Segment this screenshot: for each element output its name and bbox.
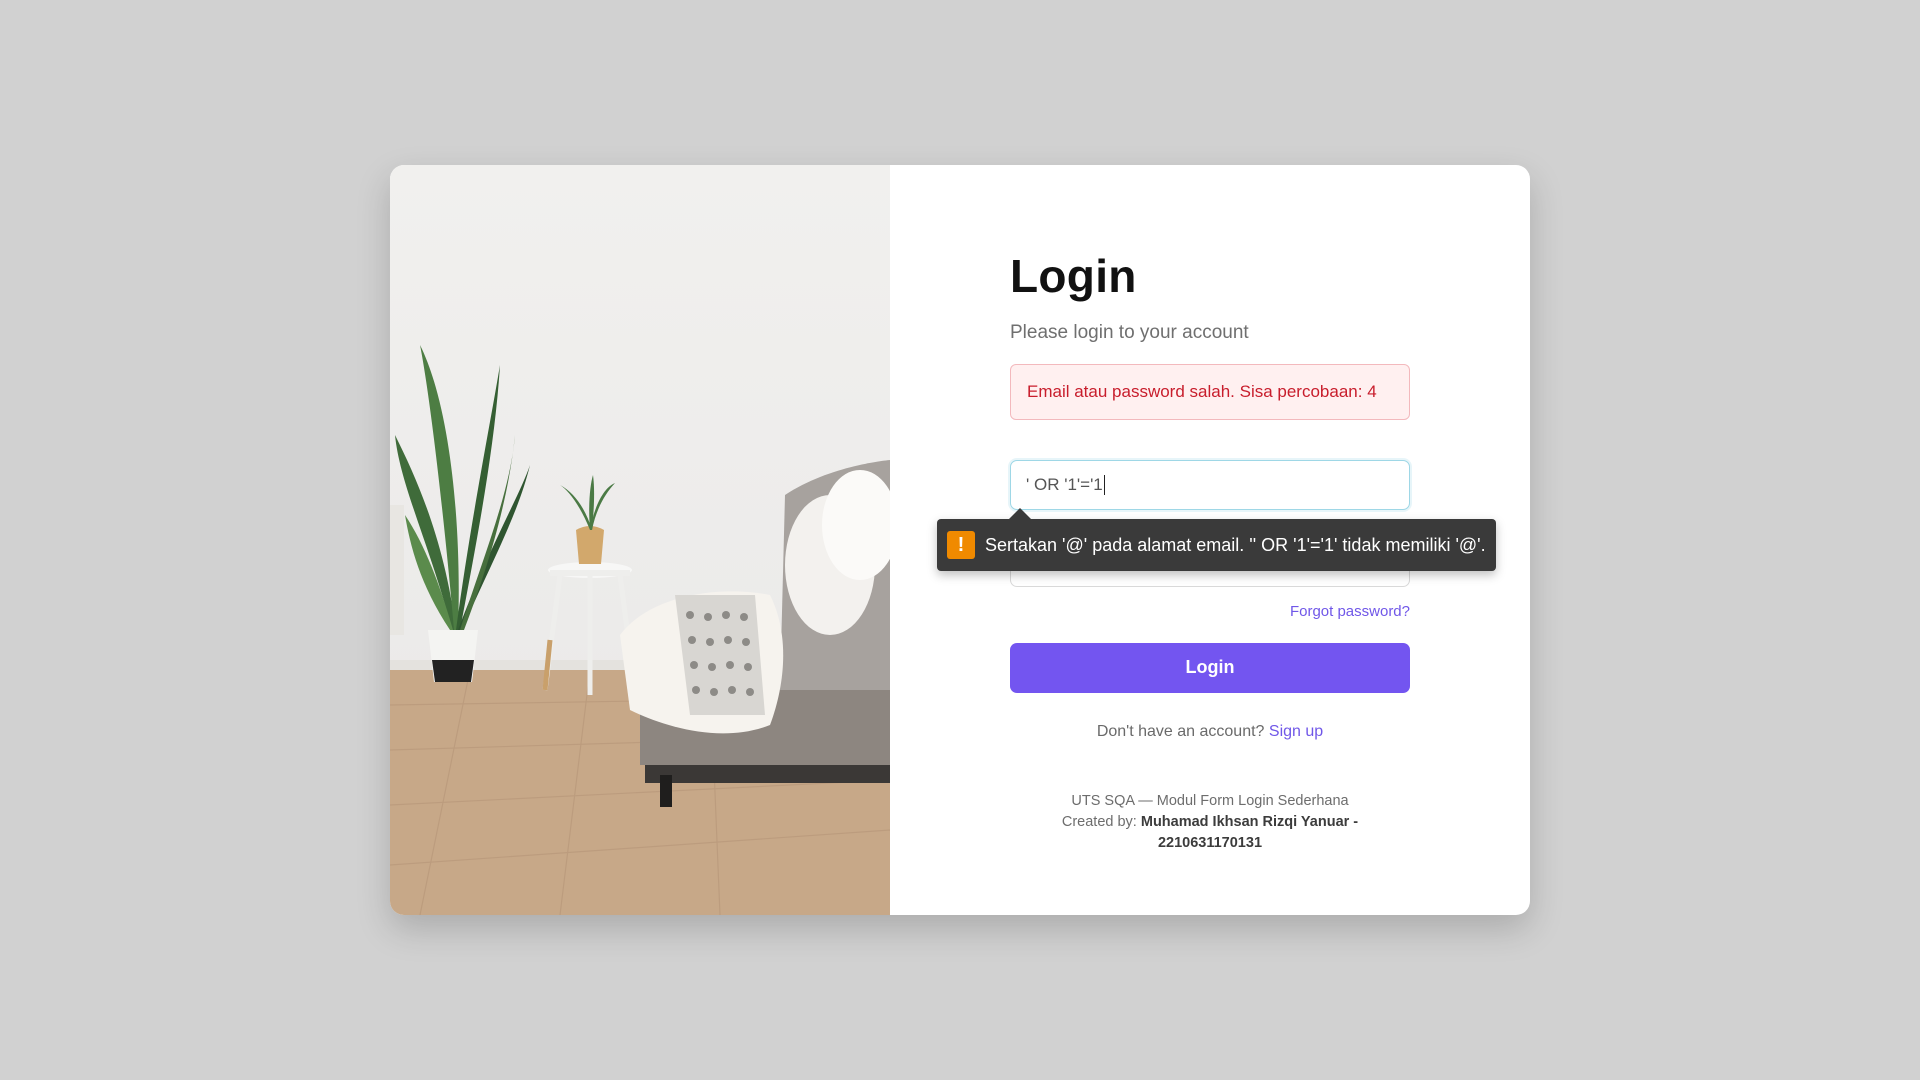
page-subtitle: Please login to your account (1010, 321, 1249, 343)
email-validation-tooltip: ! Sertakan '@' pada alamat email. '' OR … (937, 508, 1496, 571)
text-caret (1103, 474, 1106, 495)
page-footer: UTS SQA — Modul Form Login Sederhana Cre… (1010, 791, 1410, 854)
email-field[interactable]: ' OR '1'='1 (1010, 459, 1410, 510)
footer-credit-line: Created by: Muhamad Ikhsan Rizqi Yanuar … (1010, 812, 1410, 854)
footer-author: Muhamad Ikhsan Rizqi Yanuar - 2210631170… (1140, 813, 1359, 851)
error-alert: Email atau password salah. Sisa percobaa… (1010, 363, 1410, 420)
validation-tooltip-text: Sertakan '@' pada alamat email. '' OR '1… (985, 534, 1486, 555)
login-button[interactable]: Login (1010, 642, 1410, 693)
signup-row: Don't have an account? Sign up (1010, 723, 1410, 741)
email-field-value: ' OR '1'='1 (1026, 474, 1103, 494)
footer-course-line: UTS SQA — Modul Form Login Sederhana (1071, 792, 1349, 809)
error-alert-text: Email atau password salah. Sisa percobaa… (1027, 381, 1377, 401)
forgot-password-row: Forgot password? (1010, 603, 1410, 621)
interior-photo (390, 165, 890, 915)
interior-illustration (390, 345, 890, 915)
signup-prompt: Don't have an account? (1096, 722, 1265, 740)
signup-link[interactable]: Sign up (1269, 723, 1323, 740)
page-title: Login (1010, 250, 1137, 302)
forgot-password-link[interactable]: Forgot password? (1290, 603, 1410, 620)
warning-icon: ! (947, 531, 975, 559)
footer-created-by-label: Created by: (1061, 813, 1137, 830)
